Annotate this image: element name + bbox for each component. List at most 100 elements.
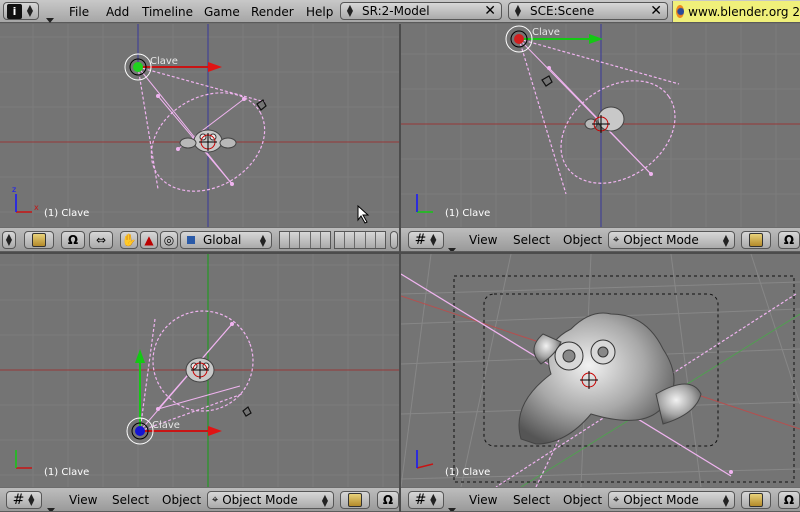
menu-file[interactable]: File	[69, 0, 89, 23]
menu-object[interactable]: Object	[563, 228, 602, 251]
blender-logo-icon	[676, 5, 685, 18]
menu-view[interactable]: View	[469, 228, 497, 251]
editor-type-selector[interactable]: # ▲ ▼	[408, 231, 444, 249]
updown-arrows-icon: ▲ ▼	[430, 232, 437, 247]
header-scroll-handle[interactable]	[390, 231, 398, 249]
magnet-icon: Ω	[783, 493, 795, 507]
triangle-icon: ▲	[144, 233, 154, 247]
rotate-tool-button[interactable]: ▲	[140, 231, 158, 249]
magnet-button[interactable]: Ω	[61, 231, 85, 249]
menu-view[interactable]: View	[69, 488, 97, 511]
menu-object[interactable]: Object	[162, 488, 201, 511]
viewport-canvas	[401, 254, 800, 487]
collapse-menu-icon[interactable]	[448, 238, 456, 251]
draw-type-selector[interactable]	[340, 491, 370, 509]
magnet-icon: Ω	[382, 493, 394, 507]
menu-add[interactable]: Add	[106, 0, 129, 23]
menu-object[interactable]: Object	[563, 488, 602, 511]
editor-type-selector[interactable]: i ▲ ▼	[3, 2, 39, 20]
viewport-header-top-right: # ▲ ▼ View Select Object ⌖ Object Mode ▲ ▼ …	[401, 227, 800, 252]
viewport-canvas: xz	[0, 24, 399, 227]
collapse-menu-icon[interactable]	[448, 498, 456, 511]
grid-icon: #	[414, 232, 427, 248]
viewport-canvas	[0, 254, 399, 487]
updown-arrows-icon: ▲ ▼	[5, 232, 13, 247]
lamp-label: Clave	[152, 420, 180, 431]
viewport-header-top-left: ▲ ▼ Ω ⇔ ✋ ▲ ◎ Global ▲ ▼	[0, 227, 399, 252]
updown-arrows-icon: ▲ ▼	[514, 3, 522, 18]
object-label: (1) Clave	[445, 208, 491, 219]
object-icon	[348, 493, 362, 507]
object-type-selector[interactable]	[24, 231, 54, 249]
editor-type-selector[interactable]: # ▲ ▼	[6, 491, 42, 509]
updown-arrows-icon: ▲ ▼	[722, 493, 730, 508]
mode-value: Object Mode	[623, 233, 699, 247]
website-banner: www.blender.org 2	[672, 1, 800, 22]
mode-value: Object Mode	[222, 493, 298, 507]
magnet-button[interactable]: Ω	[377, 491, 399, 509]
scene-name: SCE:Scene	[530, 4, 595, 18]
updown-arrows-icon: ▲ ▼	[346, 3, 354, 18]
menu-timeline[interactable]: Timeline	[142, 0, 193, 23]
magnet-button[interactable]: Ω	[778, 491, 800, 509]
object-label: (1) Clave	[445, 467, 491, 478]
collapse-menu-icon[interactable]	[47, 498, 55, 511]
camera-icon	[242, 406, 252, 417]
header-toggle-button[interactable]: ▲ ▼	[2, 231, 16, 249]
viewport-top-right[interactable]: (1) Clave Clave	[401, 24, 800, 227]
hand-tool-button[interactable]: ✋	[120, 231, 138, 249]
viewport-bottom-left[interactable]: (1) Clave Clave	[0, 254, 399, 487]
object-label: (1) Clave	[44, 467, 90, 478]
menu-game[interactable]: Game	[204, 0, 240, 23]
viewport-top-left[interactable]: xz (1) Clave Clave	[0, 24, 399, 227]
menu-view[interactable]: View	[469, 488, 497, 511]
mouse-cursor-icon	[357, 204, 370, 224]
updown-arrows-icon: ▲ ▼	[28, 492, 35, 507]
horizontal-splitter[interactable]	[0, 252, 800, 254]
orientation-selector[interactable]: Global ▲ ▼	[180, 231, 272, 249]
layer-buttons-1[interactable]	[279, 231, 331, 249]
proportional-button[interactable]: ⇔	[89, 231, 113, 249]
updown-arrows-icon: ▲ ▼	[430, 492, 437, 507]
magnet-button[interactable]: Ω	[778, 231, 800, 249]
menu-select[interactable]: Select	[513, 488, 550, 511]
object-mode-icon: ⌖	[613, 233, 620, 246]
close-icon[interactable]: ✕	[484, 3, 496, 19]
viewport-bottom-right[interactable]: (1) Clave	[401, 254, 800, 487]
monkey-head-icon	[584, 106, 625, 132]
close-icon[interactable]: ✕	[650, 3, 662, 19]
info-icon: i	[7, 3, 22, 19]
blender-window: i ▲ ▼ File Add Timeline Game Render Help …	[0, 0, 800, 512]
scale-tool-button[interactable]: ◎	[160, 231, 178, 249]
magnet-icon: Ω	[67, 233, 79, 247]
draw-type-selector[interactable]	[741, 491, 771, 509]
object-mode-icon: ⌖	[613, 493, 620, 506]
mode-value: Object Mode	[623, 493, 699, 507]
menu-select[interactable]: Select	[112, 488, 149, 511]
menu-select[interactable]: Select	[513, 228, 550, 251]
square-icon	[187, 236, 195, 244]
scene-selector[interactable]: ▲ ▼ SCE:Scene ✕	[508, 2, 668, 20]
draw-type-selector[interactable]	[741, 231, 771, 249]
circle-icon: ◎	[163, 233, 175, 247]
mode-selector[interactable]: ⌖ Object Mode ▲ ▼	[608, 231, 735, 249]
website-label: www.blender.org 2	[688, 4, 800, 19]
object-icon	[749, 233, 763, 247]
object-icon	[32, 233, 46, 247]
object-label: (1) Clave	[44, 208, 90, 219]
viewport-header-bottom-left: # ▲ ▼ View Select Object ⌖ Object Mode ▲ ▼ …	[0, 487, 399, 512]
magnet-icon: Ω	[783, 233, 795, 247]
updown-arrows-icon: ▲ ▼	[26, 3, 34, 18]
editor-type-selector[interactable]: # ▲ ▼	[408, 491, 444, 509]
layer-buttons-2[interactable]	[334, 231, 386, 249]
lamp-label: Clave	[150, 56, 178, 67]
object-mode-icon: ⌖	[212, 493, 219, 506]
mode-selector[interactable]: ⌖ Object Mode ▲ ▼	[608, 491, 735, 509]
vertical-splitter[interactable]	[399, 24, 401, 512]
grid-icon: #	[414, 492, 427, 508]
hand-icon: ✋	[121, 233, 137, 247]
menu-render[interactable]: Render	[251, 0, 294, 23]
mode-selector[interactable]: ⌖ Object Mode ▲ ▼	[207, 491, 334, 509]
menu-help[interactable]: Help	[306, 0, 333, 23]
screen-selector[interactable]: ▲ ▼ SR:2-Model ✕	[340, 2, 502, 20]
